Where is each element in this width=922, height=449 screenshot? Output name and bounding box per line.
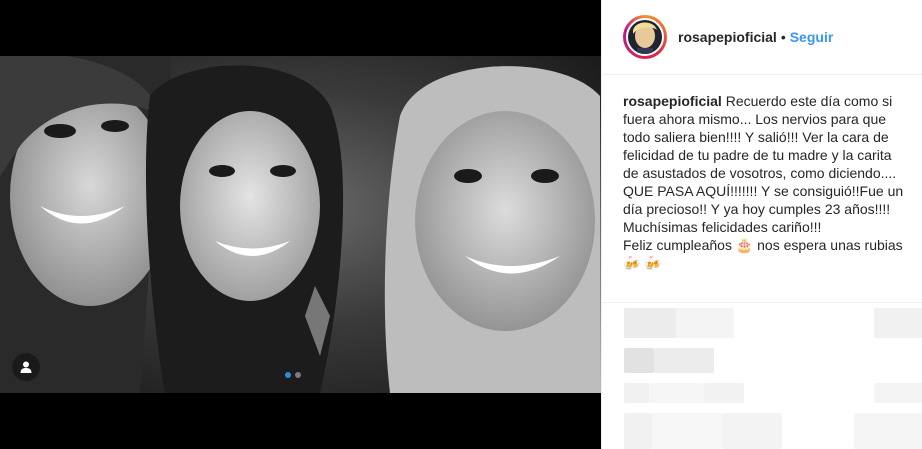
blur-block [654, 348, 714, 373]
blur-block [624, 308, 676, 338]
carousel-indicator [285, 372, 301, 378]
avatar-image [628, 20, 662, 54]
post-media[interactable] [0, 0, 601, 449]
blur-block [854, 413, 922, 449]
blur-block [624, 413, 652, 449]
blur-block [874, 383, 922, 403]
blurred-comments [624, 308, 922, 449]
blur-block [676, 308, 734, 338]
blur-block [652, 413, 722, 449]
avatar[interactable] [626, 18, 664, 56]
selfie-photo [0, 56, 601, 393]
carousel-dot-active [285, 372, 291, 378]
header-separator: • [780, 29, 786, 45]
user-tag-button[interactable] [12, 353, 40, 381]
blur-block [649, 383, 704, 403]
post-photo[interactable] [0, 56, 601, 393]
user-tag-icon [20, 361, 32, 373]
header-username[interactable]: rosapepioficial [678, 29, 777, 45]
caption-username[interactable]: rosapepioficial [623, 93, 722, 109]
carousel-dot [295, 372, 301, 378]
post-header: rosapepioficial • Seguir [602, 0, 922, 75]
blur-block [722, 413, 782, 449]
caption-text: Recuerdo este día como si fuera ahora mi… [623, 93, 904, 271]
blur-block [704, 383, 744, 403]
follow-button[interactable]: Seguir [790, 29, 834, 45]
avatar-story-ring[interactable] [623, 15, 667, 59]
blur-block [624, 383, 649, 403]
post-caption: rosapepioficial Recuerdo este día como s… [602, 75, 922, 303]
blur-block [874, 308, 922, 338]
post-sidebar: rosapepioficial • Seguir rosapepioficial… [601, 0, 922, 449]
blur-block [624, 348, 654, 373]
